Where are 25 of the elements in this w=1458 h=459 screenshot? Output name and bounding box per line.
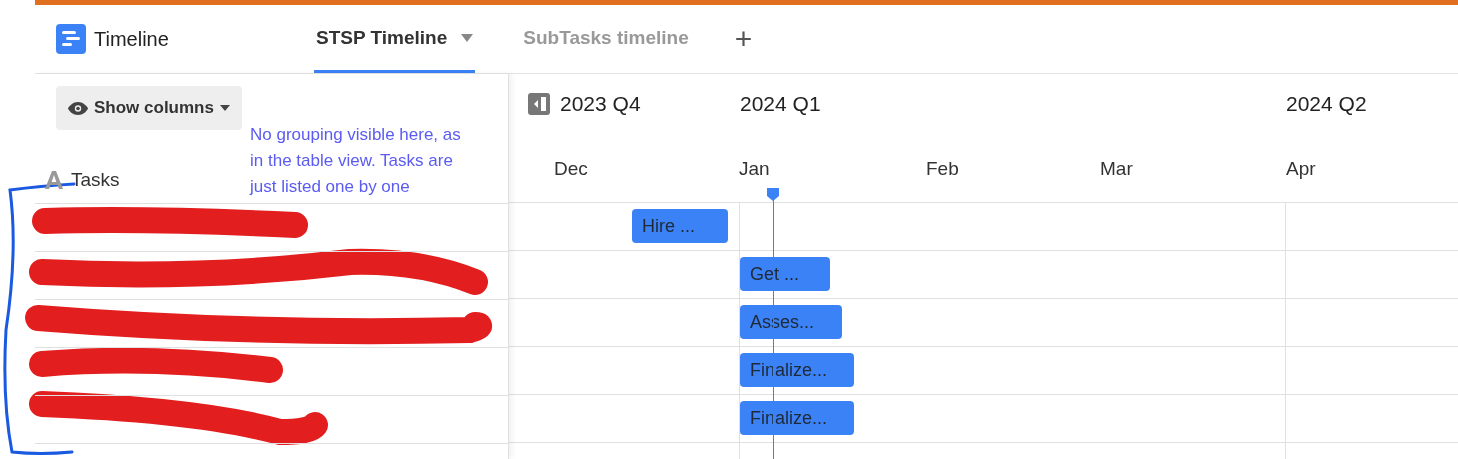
task-bar[interactable]: Finalize...: [740, 401, 854, 435]
text-field-icon: [45, 170, 63, 189]
task-bar[interactable]: Get ...: [740, 257, 830, 291]
month-label: Jan: [739, 158, 770, 180]
quarter-label: 2024 Q1: [740, 92, 821, 116]
task-bar[interactable]: Hire ...: [632, 209, 728, 243]
column-header: Tasks: [71, 168, 120, 191]
annotation-note: No grouping visible here, as in the table view. Tasks are just listed one by one: [250, 124, 462, 198]
month-label: Feb: [926, 158, 959, 180]
task-bar[interactable]: Finalize...: [740, 353, 854, 387]
month-label: Dec: [554, 158, 588, 180]
quarter-label: 2023 Q4: [560, 92, 641, 116]
view-tab[interactable]: STSP Timeline: [314, 5, 476, 73]
app-title: Timeline: [94, 27, 169, 51]
show-columns-button[interactable]: Show columns: [56, 86, 242, 130]
collapse-panel-icon: [528, 93, 550, 115]
timeline-logo-icon: [56, 24, 86, 54]
caret-icon: [219, 105, 230, 111]
add-tab-button[interactable]: +: [726, 5, 761, 73]
eye-icon: [68, 101, 88, 115]
task-bar[interactable]: Asses...: [740, 305, 842, 339]
quarter-label: 2024 Q2: [1286, 92, 1367, 116]
month-label: Mar: [1100, 158, 1133, 180]
view-tab[interactable]: SubTasks timeline: [521, 5, 691, 73]
month-label: Apr: [1286, 158, 1316, 180]
